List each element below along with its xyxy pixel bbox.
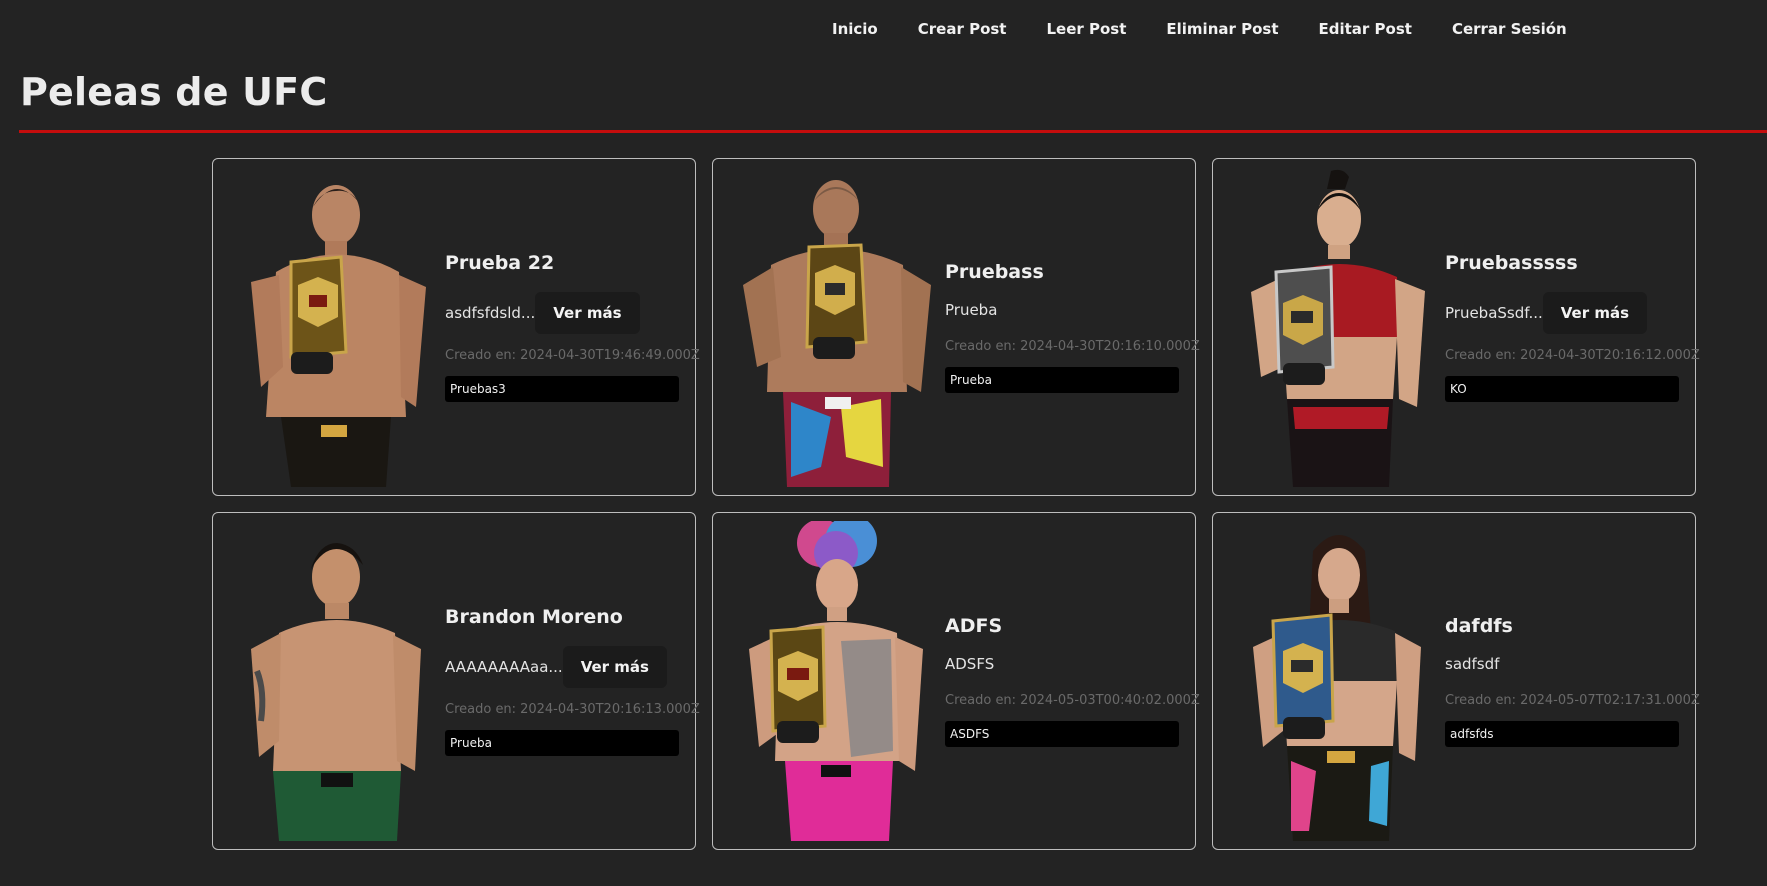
nav-item-eliminar-post[interactable]: Eliminar Post (1166, 20, 1278, 38)
fighter-with-belt-photo (721, 521, 951, 841)
ver-mas-button[interactable]: Ver más (562, 646, 667, 688)
created-prefix: Creado en: (1445, 693, 1517, 708)
post-title: ADFS (945, 615, 1003, 637)
post-title: Prueba 22 (445, 252, 555, 274)
nav-item-crear-post[interactable]: Crear Post (918, 20, 1007, 38)
created-prefix: Creado en: (445, 702, 517, 717)
created-prefix: Creado en: (945, 339, 1017, 354)
excerpt-row: sadfsdf (1445, 655, 1679, 673)
excerpt-row: asdfsfdsld... Ver más (445, 292, 679, 334)
post-created-date: Creado en: 2024-05-07T02:17:31.000Z (1445, 693, 1700, 708)
post-info: Pruebass Prueba Creado en: 2024-04-30T20:… (945, 159, 1200, 495)
created-prefix: Creado en: (445, 348, 517, 363)
excerpt-row: PruebaSsdf... Ver más (1445, 292, 1679, 334)
excerpt-row: Prueba (945, 301, 1179, 319)
created-value: 2024-04-30T19:46:49.000Z (520, 348, 700, 363)
post-info: Brandon Moreno AAAAAAAAaa... Ver más Cre… (445, 513, 700, 849)
post-created-date: Creado en: 2024-05-03T00:40:02.000Z (945, 693, 1200, 708)
fighter-photo (221, 521, 451, 841)
created-value: 2024-05-07T02:17:31.000Z (1520, 693, 1700, 708)
post-card: Pruebass Prueba Creado en: 2024-04-30T20:… (712, 158, 1200, 496)
post-info: Pruebasssss PruebaSsdf... Ver más Creado… (1445, 159, 1700, 495)
post-info: ADFS ADSFS Creado en: 2024-05-03T00:40:02… (945, 513, 1200, 849)
posts-grid: Prueba 22 asdfsfdsld... Ver más Creado e… (212, 158, 1700, 850)
post-tag: adfsfds (1445, 721, 1679, 747)
post-excerpt: ADSFS (945, 655, 995, 673)
fighter-with-belt-icon (743, 180, 931, 487)
fighter-with-belt-icon (251, 185, 426, 487)
post-created-date: Creado en: 2024-04-30T19:46:49.000Z (445, 348, 700, 363)
post-card: Prueba 22 asdfsfdsld... Ver más Creado e… (212, 158, 700, 496)
fighter-with-belt-icon (1251, 169, 1425, 487)
fighter-with-belt-photo (721, 167, 951, 487)
post-tag: KO (1445, 376, 1679, 402)
created-value: 2024-04-30T20:16:12.000Z (1520, 348, 1700, 363)
ver-mas-button[interactable]: Ver más (535, 292, 640, 334)
post-card: dafdfs sadfsdf Creado en: 2024-05-07T02:1… (1212, 512, 1700, 850)
post-created-date: Creado en: 2024-04-30T20:16:13.000Z (445, 702, 700, 717)
post-title: dafdfs (1445, 615, 1513, 637)
fighter-with-belt-photo (1221, 167, 1451, 487)
post-excerpt: asdfsfdsld... (445, 304, 536, 322)
nav-menu: Inicio Crear Post Leer Post Eliminar Pos… (832, 20, 1607, 38)
fighter-with-belt-photo (221, 167, 451, 487)
post-card: ADFS ADSFS Creado en: 2024-05-03T00:40:02… (712, 512, 1200, 850)
nav-item-leer-post[interactable]: Leer Post (1046, 20, 1126, 38)
post-created-date: Creado en: 2024-04-30T20:16:10.000Z (945, 339, 1200, 354)
post-excerpt: Prueba (945, 301, 998, 319)
fighter-with-belt-icon (749, 521, 923, 841)
title-divider (19, 130, 1767, 133)
excerpt-row: AAAAAAAAaa... Ver más (445, 646, 679, 688)
nav-item-cerrar-sesion[interactable]: Cerrar Sesión (1452, 20, 1567, 38)
post-title: Brandon Moreno (445, 606, 623, 628)
post-excerpt: AAAAAAAAaa... (445, 658, 563, 676)
post-card: Brandon Moreno AAAAAAAAaa... Ver más Cre… (212, 512, 700, 850)
post-tag: Pruebas3 (445, 376, 679, 402)
created-prefix: Creado en: (945, 693, 1017, 708)
ver-mas-button[interactable]: Ver más (1542, 292, 1648, 334)
page-title: Peleas de UFC (20, 70, 328, 114)
fighter-icon (251, 543, 421, 841)
post-excerpt: sadfsdf (1445, 655, 1500, 673)
post-info: Prueba 22 asdfsfdsld... Ver más Creado e… (445, 159, 700, 495)
nav-item-editar-post[interactable]: Editar Post (1319, 20, 1412, 38)
created-value: 2024-04-30T20:16:13.000Z (520, 702, 700, 717)
top-nav: Inicio Crear Post Leer Post Eliminar Pos… (0, 0, 1767, 60)
post-tag: Prueba (945, 367, 1179, 393)
post-tag: Prueba (445, 730, 679, 756)
post-tag: ASDFS (945, 721, 1179, 747)
post-created-date: Creado en: 2024-04-30T20:16:12.000Z (1445, 348, 1700, 363)
fighter-with-belt-photo (1221, 521, 1451, 841)
post-title: Pruebass (945, 261, 1044, 283)
post-title: Pruebasssss (1445, 252, 1578, 274)
post-card: Pruebasssss PruebaSsdf... Ver más Creado… (1212, 158, 1700, 496)
post-excerpt: PruebaSsdf... (1445, 304, 1543, 322)
created-value: 2024-05-03T00:40:02.000Z (1020, 693, 1200, 708)
nav-item-inicio[interactable]: Inicio (832, 20, 878, 38)
excerpt-row: ADSFS (945, 655, 1179, 673)
post-info: dafdfs sadfsdf Creado en: 2024-05-07T02:1… (1445, 513, 1700, 849)
created-prefix: Creado en: (1445, 348, 1517, 363)
fighter-with-belt-icon (1253, 535, 1421, 841)
created-value: 2024-04-30T20:16:10.000Z (1020, 339, 1200, 354)
